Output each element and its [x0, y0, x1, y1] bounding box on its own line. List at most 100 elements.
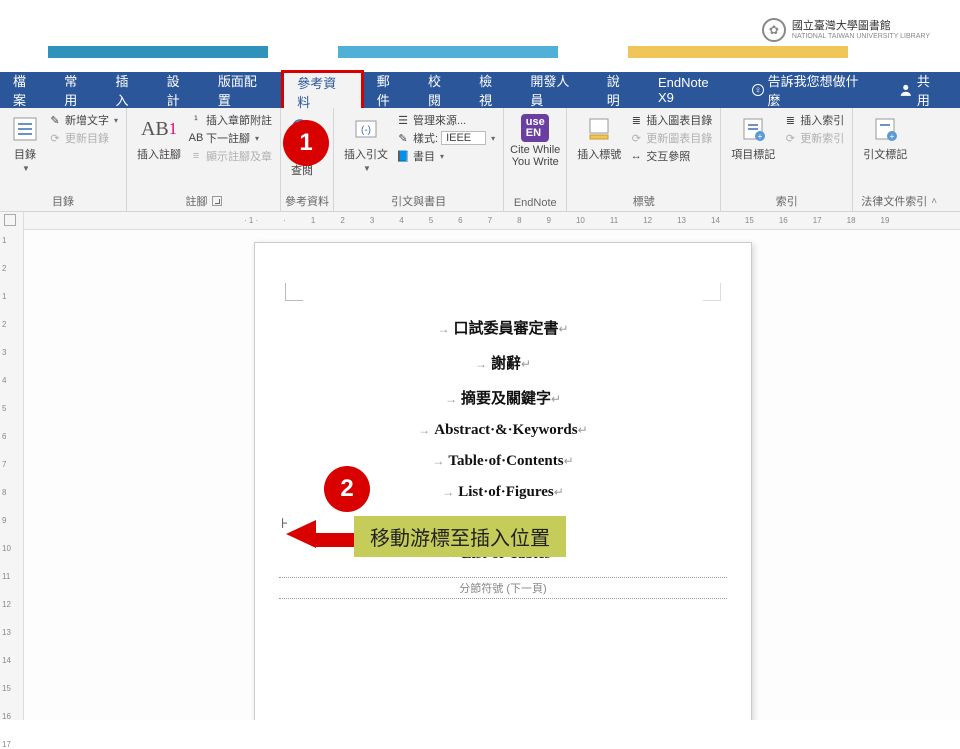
tab-view[interactable]: 檢視 — [466, 72, 517, 108]
style-value[interactable]: IEEE — [441, 131, 486, 145]
tell-me-search[interactable]: ♀ 告訴我您想做什麼 — [739, 72, 881, 108]
insert-caption-button[interactable]: 插入標號 — [575, 112, 623, 164]
callout-number-2: 2 — [324, 466, 370, 512]
insert-citation-label: 插入引文 — [344, 146, 388, 162]
tab-developer[interactable]: 開發人員 — [517, 72, 593, 108]
vertical-ruler[interactable]: 121234567891011121314151617 — [0, 212, 24, 720]
tab-help[interactable]: 說明 — [594, 72, 645, 108]
editor-area: 121234567891011121314151617 · 1 ··123456… — [0, 212, 960, 720]
dialog-launcher-icon[interactable] — [212, 196, 222, 206]
update-toc-button[interactable]: ⟳更新目錄 — [48, 130, 118, 146]
chevron-down-icon: ▾ — [114, 116, 118, 125]
group-label: 標號 — [633, 193, 655, 209]
group-label: EndNote — [514, 197, 557, 209]
tab-layout[interactable]: 版面配置 — [205, 72, 281, 108]
citation-icon: (-) — [351, 114, 381, 144]
cross-ref-button[interactable]: ↔交互參照 — [629, 148, 712, 164]
group-label: 參考資料 — [285, 193, 329, 209]
ruler-tick: 2 — [2, 320, 6, 329]
tab-design[interactable]: 設計 — [154, 72, 205, 108]
style-icon: ✎ — [396, 131, 410, 145]
index-icon: ≣ — [783, 113, 797, 127]
tab-endnote[interactable]: EndNote X9 — [645, 72, 739, 108]
ruler-tick: 3 — [2, 348, 6, 357]
tab-file[interactable]: 檔案 — [0, 72, 51, 108]
group-label: 索引 — [776, 193, 798, 209]
ruler-tick: 2 — [2, 264, 6, 273]
ruler-tick: 5 — [2, 404, 6, 413]
tab-review[interactable]: 校閱 — [415, 72, 466, 108]
ribbon-group-toc: 目錄 ▼ ✎新增文字▾ ⟳更新目錄 目錄 — [0, 108, 127, 211]
mark-entry-button[interactable]: + 項目標記 — [729, 112, 777, 164]
chevron-down-icon: ▼ — [22, 164, 30, 173]
ribbon-group-footnotes: AB1 插入註腳 ¹插入章節附註 AB下一註腳▾ ≡顯示註腳及章 註腳 — [127, 108, 281, 211]
sources-icon: ☰ — [396, 113, 410, 127]
insert-index-button[interactable]: ≣插入索引 — [783, 112, 844, 128]
style-select[interactable]: ✎樣式: IEEE▾ — [396, 130, 495, 146]
share-button[interactable]: 共用 — [881, 72, 960, 108]
toc-button[interactable]: 目錄 ▼ — [8, 112, 42, 175]
horizontal-ruler[interactable]: · 1 ··12345678910111213141516171819 — [24, 212, 960, 230]
ruler-tick: 10 — [2, 544, 11, 553]
callout-number-1: 1 — [283, 120, 329, 166]
manage-sources-button[interactable]: ☰管理來源... — [396, 112, 495, 128]
endnote-icon: useEN — [521, 114, 549, 142]
crossref-icon: ↔ — [629, 149, 643, 163]
tab-references[interactable]: 參考資料 — [281, 70, 363, 108]
show-notes-button[interactable]: ≡顯示註腳及章 — [189, 148, 272, 164]
crop-mark-icon — [285, 283, 303, 301]
group-label: 目錄 — [52, 193, 74, 209]
insert-citation-button[interactable]: (-) 插入引文 ▼ — [342, 112, 390, 175]
tab-insert[interactable]: 插入 — [102, 72, 153, 108]
collapse-ribbon-icon[interactable]: ˄ — [931, 196, 937, 207]
insert-figures-button[interactable]: ≣插入圖表目錄 — [629, 112, 712, 128]
update-index-button[interactable]: ⟳更新索引 — [783, 130, 844, 146]
chevron-down-icon: ▾ — [491, 134, 495, 143]
next-footnote-button[interactable]: AB下一註腳▾ — [189, 130, 272, 146]
ruler-corner-icon — [4, 214, 16, 226]
insert-endnote-button[interactable]: ¹插入章節附註 — [189, 112, 272, 128]
cww-label: Cite While You Write — [510, 144, 560, 168]
insert-caption-label: 插入標號 — [577, 146, 621, 162]
ruler-tick: 4 — [2, 376, 6, 385]
tell-me-label: 告訴我您想做什麼 — [768, 71, 869, 109]
bibliography-button[interactable]: 📘書目▾ — [396, 148, 495, 164]
footnote-icon: AB1 — [144, 114, 174, 144]
ruler-tick: 7 — [2, 460, 6, 469]
lightbulb-icon: ♀ — [752, 84, 764, 96]
update-figures-button[interactable]: ⟳更新圖表目錄 — [629, 130, 712, 146]
group-label: 註腳 — [186, 193, 208, 209]
mark-entry-icon: + — [738, 114, 768, 144]
ruler-tick: 1 — [2, 292, 6, 301]
group-label: 法律文件索引 — [861, 193, 927, 209]
logo-swirl-icon: ✿ — [762, 18, 786, 42]
tab-home[interactable]: 常用 — [51, 72, 102, 108]
insert-footnote-button[interactable]: AB1 插入註腳 — [135, 112, 183, 164]
decor-bar — [628, 46, 848, 58]
section-break: 分節符號 (下一頁) — [279, 577, 727, 599]
refresh-icon: ⟳ — [629, 131, 643, 145]
add-text-button[interactable]: ✎新增文字▾ — [48, 112, 118, 128]
ruler-tick: 14 — [2, 656, 11, 665]
toc-label: 目錄 — [14, 146, 36, 162]
decor-bar — [48, 46, 268, 58]
header-decor: ✿ 國立臺灣大學圖書館 NATIONAL TAIWAN UNIVERSITY L… — [0, 0, 960, 58]
doc-heading: →口試委員審定書↵ — [279, 317, 727, 338]
decor-bar — [338, 46, 558, 58]
mark-citation-button[interactable]: + 引文標記 — [861, 112, 909, 164]
refresh-icon: ⟳ — [48, 131, 62, 145]
doc-heading: →謝辭↵ — [279, 352, 727, 373]
insert-footnote-label: 插入註腳 — [137, 146, 181, 162]
endnote-icon: ¹ — [189, 113, 203, 127]
callout-label: 移動游標至插入位置 — [354, 516, 566, 557]
tab-mailings[interactable]: 郵件 — [364, 72, 415, 108]
chevron-down-icon: ▾ — [440, 152, 444, 161]
ribbon-group-index: + 項目標記 ≣插入索引 ⟳更新索引 索引 — [721, 108, 853, 211]
ruler-tick: 13 — [2, 628, 11, 637]
group-label: 引文與書目 — [391, 193, 446, 209]
add-text-icon: ✎ — [48, 113, 62, 127]
list-icon: ≣ — [629, 113, 643, 127]
caption-icon — [584, 114, 614, 144]
cite-while-you-write-button[interactable]: useEN Cite While You Write — [508, 112, 562, 170]
share-label: 共用 — [917, 71, 942, 109]
